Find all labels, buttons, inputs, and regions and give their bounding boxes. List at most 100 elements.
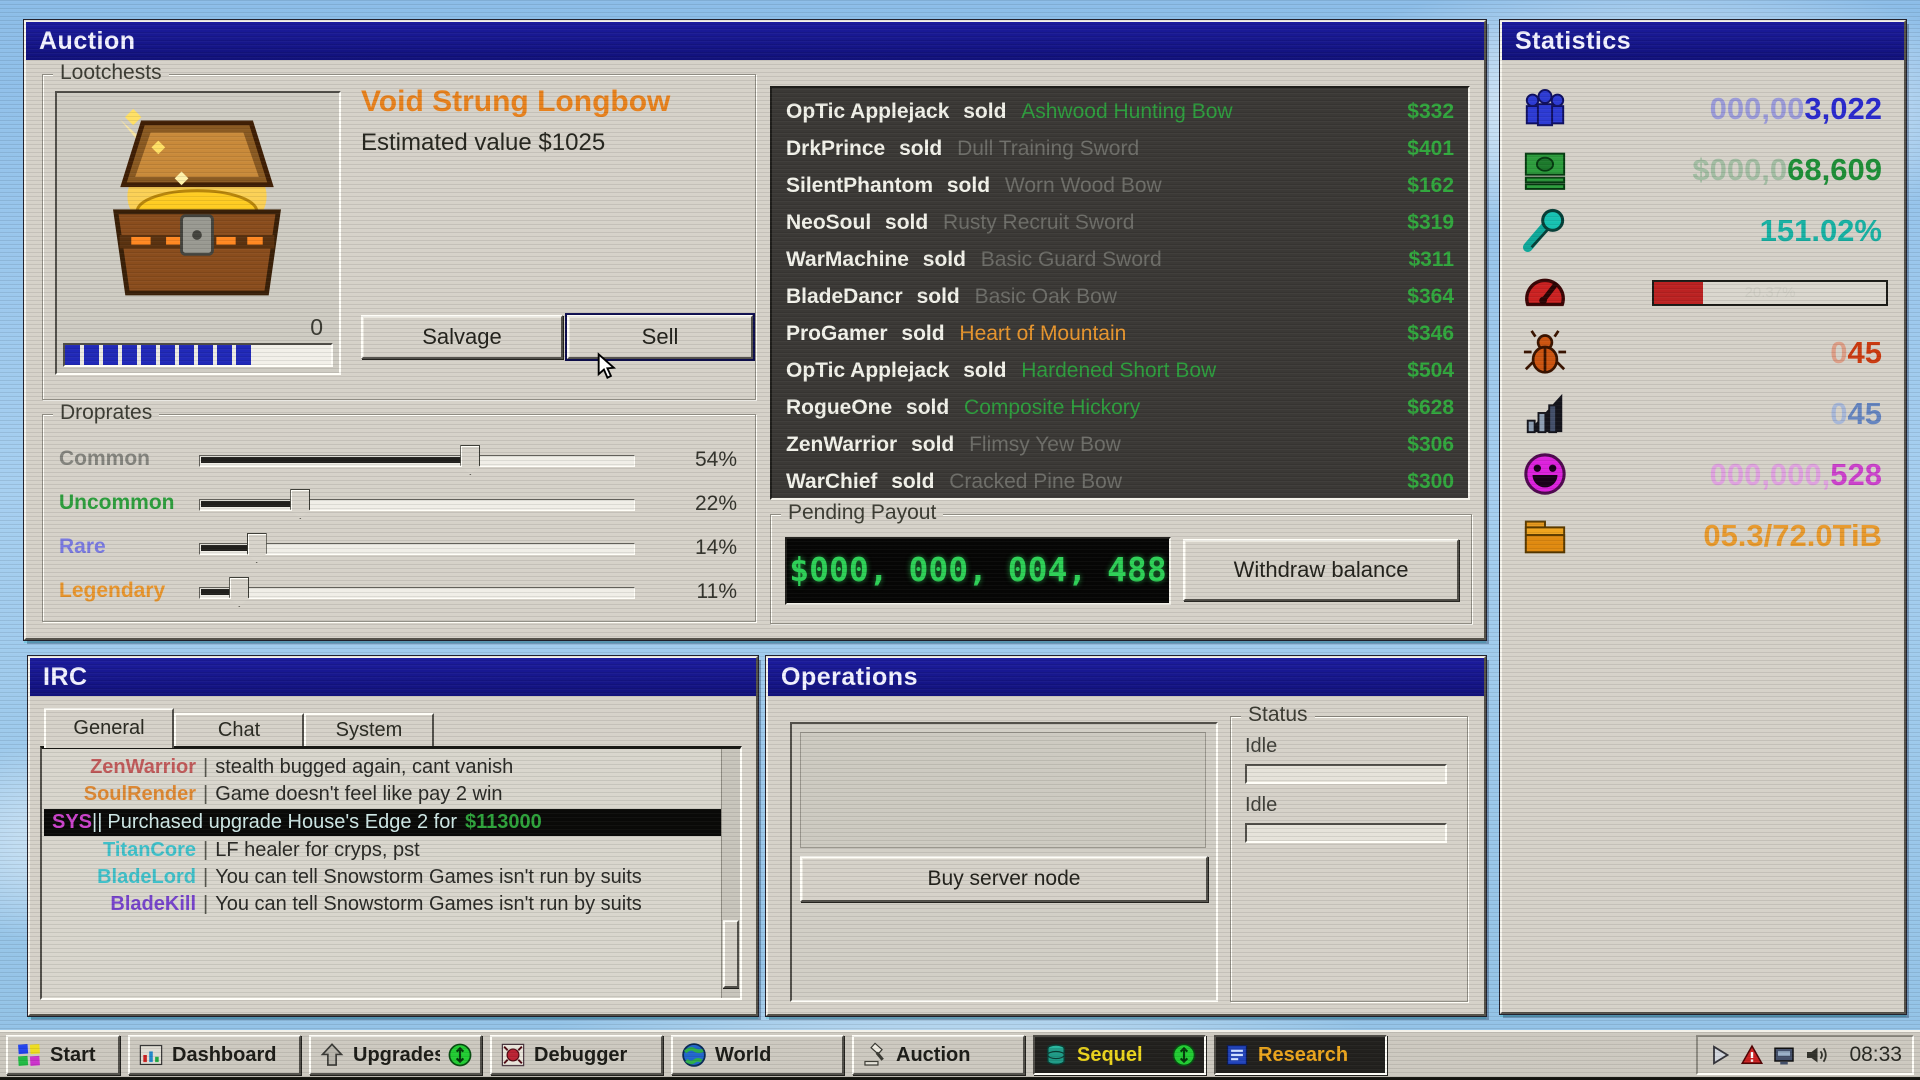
statistics-window: Statistics 000,003,022 $000,068,609 151.… [1500, 20, 1906, 1014]
play-icon[interactable] [1708, 1043, 1732, 1067]
taskbar-button-dashboard[interactable]: Dashboard [128, 1035, 301, 1075]
irc-titlebar[interactable]: IRC [30, 658, 756, 696]
badge-icon [448, 1043, 472, 1067]
irc-nickname: BladeKill [48, 891, 196, 918]
irc-message: SYS || Purchased upgrade House's Edge 2 … [44, 809, 738, 836]
taskbar-button-auction[interactable]: Auction [852, 1035, 1025, 1075]
irc-message-text: LF healer for cryps, pst [215, 837, 705, 864]
research-icon [1224, 1042, 1250, 1068]
auction-log-row: $319 NeoSoul sold Rusty Recruit Sword [772, 204, 1468, 241]
irc-message-text: You can tell Snowstorm Games isn't run b… [215, 891, 705, 918]
lootchest-image [81, 99, 313, 318]
smiley-icon [1522, 451, 1568, 497]
log-price: $162 [1407, 167, 1454, 204]
mouse-cursor [594, 352, 622, 385]
log-price: $319 [1407, 204, 1454, 241]
log-price: $401 [1407, 130, 1454, 167]
log-price: $504 [1407, 352, 1454, 389]
irc-message-panel: ZenWarrior | stealth bugged again, cant … [40, 746, 742, 1000]
money-icon [1522, 146, 1568, 192]
stat-value: 05.3/72.0TiB [1703, 505, 1882, 566]
droprates-caption: Droprates [53, 401, 159, 425]
irc-tab-label: System [336, 719, 403, 741]
taskbar: Start Dashboard Upgrades Debugger World … [0, 1030, 1920, 1080]
log-price: $300 [1407, 463, 1454, 500]
log-item: Ashwood Hunting Bow [1021, 100, 1232, 123]
droprate-slider[interactable] [199, 575, 635, 611]
status-caption: Status [1241, 703, 1315, 727]
auction-log-row: $311 WarMachine sold Basic Guard Sword [772, 241, 1468, 278]
pending-payout-group: Pending Payout $000, 000, 004, 488 Withd… [770, 514, 1472, 624]
gauge-icon [1522, 268, 1568, 314]
irc-nickname: BladeLord [48, 864, 196, 891]
taskbar-button-label: Research [1258, 1044, 1348, 1067]
alert-icon[interactable] [1740, 1043, 1764, 1067]
irc-scrollbar[interactable] [721, 749, 740, 998]
slider-thumb[interactable] [460, 445, 480, 475]
server-node-list [800, 732, 1206, 848]
stat-value-bright: 528 [1830, 457, 1882, 492]
log-price: $306 [1407, 426, 1454, 463]
chest-progress-fill [65, 345, 251, 365]
speaker-icon[interactable] [1804, 1043, 1828, 1067]
statistics-titlebar[interactable]: Statistics [1502, 22, 1904, 60]
stat-value-dim: 000,00 [1710, 91, 1805, 126]
irc-message-price: $113000 [465, 811, 542, 833]
operations-title: Operations [781, 663, 918, 691]
taskbar-button-world[interactable]: World [671, 1035, 844, 1075]
salvage-button[interactable]: Salvage [361, 315, 563, 359]
auction-log-row: $346 ProGamer sold Heart of Mountain [772, 315, 1468, 352]
irc-separator: | [203, 864, 208, 891]
stat-value: 000,003,022 [1710, 78, 1882, 139]
droprate-slider[interactable] [199, 487, 635, 523]
signal-icon [1522, 390, 1568, 436]
buy-server-node-button[interactable]: Buy server node [800, 856, 1208, 902]
stat-value-bright: 45 [1848, 335, 1882, 370]
upgrades-icon [319, 1042, 345, 1068]
log-item: Rusty Recruit Sword [943, 211, 1134, 234]
droprate-slider[interactable] [199, 443, 635, 479]
irc-message-text: You can tell Snowstorm Games isn't run b… [215, 864, 705, 891]
tab-system[interactable]: System [304, 713, 434, 748]
log-price: $332 [1407, 93, 1454, 130]
operations-titlebar[interactable]: Operations [768, 658, 1484, 696]
log-player: OpTic Applejack [786, 100, 949, 123]
withdraw-balance-button[interactable]: Withdraw balance [1183, 539, 1459, 601]
droprate-percent: 11% [667, 580, 737, 604]
droprate-slider[interactable] [199, 531, 635, 567]
status-items: Idle Idle [1231, 717, 1467, 843]
auction-titlebar[interactable]: Auction [26, 22, 1484, 60]
taskbar-button-debugger[interactable]: Debugger [490, 1035, 663, 1075]
slider-thumb[interactable] [229, 577, 249, 607]
taskbar-clock: 08:33 [1849, 1043, 1902, 1067]
droprates-group: Droprates Common 54% Uncommon 22% Rare 1… [42, 414, 756, 622]
auction-log-row: $162 SilentPhantom sold Worn Wood Bow [772, 167, 1468, 204]
start-button[interactable]: Start [6, 1035, 120, 1075]
lootchests-group: Lootchests [42, 74, 756, 400]
irc-tabs: General Chat System [44, 708, 434, 748]
irc-separator: | [203, 781, 208, 808]
auction-window: Auction Lootchests [24, 20, 1486, 640]
droprate-row: Uncommon 22% [43, 487, 755, 523]
log-item: Heart of Mountain [959, 322, 1126, 345]
taskbar-button-sequel[interactable]: Sequel [1033, 1035, 1206, 1075]
log-verb: sold [899, 137, 942, 160]
pending-payout-amount: $000, 000, 004, 488 [785, 537, 1171, 605]
operations-window: Operations Buy server node Status Idle I… [766, 656, 1486, 1016]
statistic-row: 045 [1502, 322, 1904, 383]
log-price: $311 [1408, 241, 1454, 278]
taskbar-button-research[interactable]: Research [1214, 1035, 1387, 1075]
irc-separator: || [92, 809, 102, 836]
taskbar-button-upgrades[interactable]: Upgrades [309, 1035, 482, 1075]
stat-value-dim: 0 [1830, 335, 1847, 370]
devices-icon[interactable] [1772, 1043, 1796, 1067]
slider-thumb[interactable] [247, 533, 267, 563]
log-verb: sold [963, 359, 1006, 382]
slider-thumb[interactable] [290, 489, 310, 519]
irc-scrollbar-thumb[interactable] [723, 920, 739, 988]
tab-general[interactable]: General [44, 708, 174, 748]
stat-value-dim: 000,000, [1710, 457, 1831, 492]
log-item: Basic Guard Sword [981, 248, 1162, 271]
tab-chat[interactable]: Chat [174, 713, 304, 748]
stat-value-bright: 05.3/72.0TiB [1703, 518, 1882, 553]
